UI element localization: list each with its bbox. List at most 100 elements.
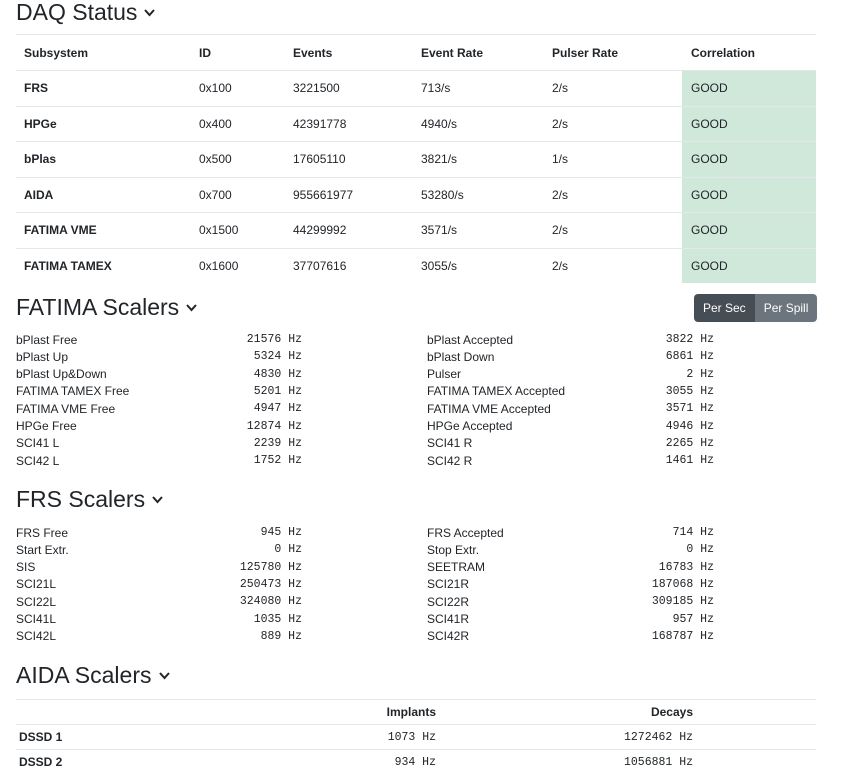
per-sec-button[interactable]: Per Sec — [694, 294, 755, 322]
aida-scalers-heading[interactable]: AIDA Scalers — [16, 662, 171, 689]
scaler-row: FATIMA VME Accepted 3571 Hz — [0, 400, 851, 417]
column-header: Event Rate — [421, 45, 484, 60]
subsystem-cell: HPGe — [24, 116, 57, 131]
dssd-label: DSSD 1 — [19, 730, 63, 744]
correlation-badge: GOOD — [682, 142, 816, 177]
scaler-label: FATIMA TAMEX Accepted — [427, 384, 566, 399]
pulser-rate-cell: 2/s — [552, 223, 569, 238]
events-cell: 17605110 — [293, 152, 346, 167]
scaler-value: 714 Hz — [672, 526, 714, 539]
table-row: DSSD 2 934 Hz 1056881 Hz — [16, 749, 816, 773]
table-header-row: Implants Decays — [16, 699, 816, 724]
pulser-rate-cell: 2/s — [552, 187, 569, 202]
pulser-rate-cell: 2/s — [552, 81, 569, 96]
scaler-value: 309185 Hz — [651, 595, 714, 609]
fatima-scalers-heading[interactable]: FATIMA Scalers — [16, 294, 198, 321]
event-rate-cell: 53280/s — [421, 187, 464, 202]
implants-value: 1073 Hz — [387, 730, 436, 744]
scaler-row: Stop Extr. 0 Hz — [0, 541, 851, 558]
event-rate-cell: 713/s — [421, 81, 451, 96]
column-header: Subsystem — [24, 45, 89, 60]
decays-value: 1056881 Hz — [623, 755, 693, 769]
scaler-label: bPlast Down — [427, 349, 495, 364]
table-row: AIDA 0x700 955661977 53280/s 2/s GOOD — [16, 176, 816, 212]
daq-status-title: DAQ Status — [16, 0, 138, 25]
subsystem-cell: AIDA — [24, 187, 54, 202]
pulser-rate-cell: 1/s — [552, 152, 569, 167]
scaler-value: 2265 Hz — [665, 436, 714, 450]
scaler-label: HPGe Accepted — [427, 419, 513, 433]
correlation-badge: GOOD — [682, 248, 816, 283]
correlation-badge: GOOD — [682, 213, 816, 248]
implants-value: 934 Hz — [394, 755, 436, 769]
table-row: FATIMA VME 0x1500 44299992 3571/s 2/s GOOD — [16, 212, 816, 248]
correlation-badge: GOOD — [682, 71, 816, 106]
event-rate-cell: 3055/s — [421, 258, 458, 273]
events-cell: 44299992 — [293, 223, 347, 238]
scaler-row: FATIMA TAMEX Accepted 3055 Hz — [0, 383, 851, 400]
event-rate-cell: 3571/s — [421, 223, 458, 238]
scaler-row: SCI41 R 2265 Hz — [0, 435, 851, 452]
scaler-row: bPlast Down 6861 Hz — [0, 348, 851, 365]
pulser-rate-cell: 2/s — [552, 116, 569, 131]
table-header-row: Subsystem ID Events Event Rate Pulser Ra… — [16, 34, 816, 70]
scaler-value: 3571 Hz — [665, 402, 714, 416]
scaler-value: 16783 Hz — [658, 560, 714, 574]
event-rate-cell: 3821/s — [421, 152, 458, 167]
scaler-value: 0 Hz — [686, 543, 714, 557]
table-row: DSSD 1 1073 Hz 1272462 Hz — [16, 724, 816, 749]
scaler-row: SEETRAM 16783 Hz — [0, 559, 851, 576]
events-cell: 3221500 — [293, 81, 340, 96]
scaler-value: 957 Hz — [672, 612, 714, 626]
id-cell: 0x500 — [199, 152, 232, 167]
events-cell: 42391778 — [293, 116, 347, 131]
scaler-label: Pulser — [427, 367, 462, 382]
id-cell: 0x100 — [199, 81, 232, 96]
scaler-value: 3055 Hz — [665, 384, 714, 398]
chevron-down-icon[interactable] — [143, 6, 156, 19]
correlation-badge: GOOD — [682, 177, 816, 212]
column-header: Implants — [386, 705, 436, 719]
chevron-down-icon[interactable] — [158, 669, 171, 682]
scaler-value: 168787 Hz — [651, 629, 714, 643]
scaler-label: Stop Extr. — [427, 542, 480, 557]
column-header: Pulser Rate — [552, 45, 619, 60]
events-cell: 955661977 — [293, 187, 354, 202]
scaler-value: 6861 Hz — [665, 350, 714, 364]
column-header: Events — [293, 45, 333, 60]
scaler-value: 3822 Hz — [665, 333, 714, 346]
frs-scalers-title: FRS Scalers — [16, 486, 146, 512]
correlation-badge: GOOD — [682, 106, 816, 141]
daq-status-heading[interactable]: DAQ Status — [16, 0, 156, 26]
frs-scalers-heading[interactable]: FRS Scalers — [16, 486, 164, 513]
scaler-label: SCI22R — [427, 594, 470, 609]
event-rate-cell: 4940/s — [421, 116, 458, 131]
table-row: HPGe 0x400 42391778 4940/s 2/s GOOD — [16, 105, 816, 141]
scaler-row: SCI21R 187068 Hz — [0, 576, 851, 593]
scaler-label: FRS Accepted — [427, 525, 504, 540]
scaler-label: SCI41 R — [427, 436, 473, 451]
subsystem-cell: bPlas — [24, 152, 57, 167]
scaler-row: HPGe Accepted 4946 Hz — [0, 418, 851, 435]
fatima-scalers-title: FATIMA Scalers — [16, 294, 180, 320]
scaler-value: 187068 Hz — [651, 577, 714, 591]
pulser-rate-cell: 2/s — [552, 258, 569, 273]
id-cell: 0x1600 — [199, 258, 239, 273]
scaler-row: SCI41R 957 Hz — [0, 611, 851, 628]
chevron-down-icon[interactable] — [151, 493, 164, 506]
per-spill-button[interactable]: Per Spill — [754, 294, 818, 322]
scaler-row: SCI42 R 1461 Hz — [0, 452, 851, 469]
scaler-label: FATIMA VME Accepted — [427, 401, 551, 416]
table-row: FATIMA TAMEX 0x1600 37707616 3055/s 2/s GOOD — [16, 247, 816, 283]
scaler-row: SCI42R 168787 Hz — [0, 628, 851, 645]
rate-mode-toggle[interactable]: Per Sec Per Spill — [694, 294, 818, 322]
scaler-label: SEETRAM — [427, 560, 486, 575]
scaler-value: 1461 Hz — [665, 454, 714, 468]
scaler-label: SCI21R — [427, 577, 470, 592]
scaler-label: SCI42 R — [427, 453, 473, 468]
scaler-label: SCI42R — [427, 629, 470, 644]
scaler-label: SCI41R — [427, 612, 470, 626]
chevron-down-icon[interactable] — [185, 301, 198, 314]
scaler-row: SCI22R 309185 Hz — [0, 593, 851, 610]
column-header: ID — [199, 45, 211, 60]
